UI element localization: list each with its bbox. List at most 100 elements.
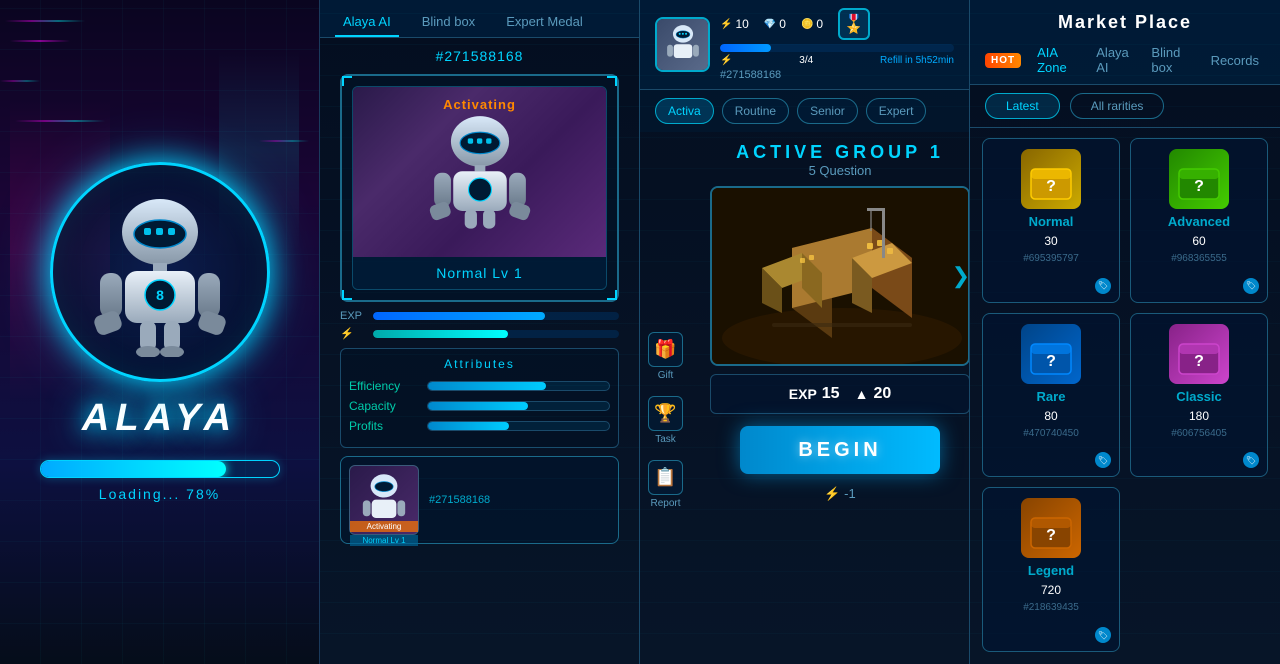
svg-text:?: ? (1194, 178, 1204, 195)
attr-efficiency-label: Efficiency (349, 379, 419, 393)
side-action-task[interactable]: 🏆 Task (648, 396, 683, 445)
attr-efficiency-fill (428, 382, 546, 390)
filter-latest[interactable]: Latest (985, 93, 1060, 119)
corner-tl (342, 76, 352, 86)
exp-fill-1 (373, 312, 545, 320)
classic-box-svg: ? (1174, 329, 1224, 379)
attributes-section: Attributes Efficiency Capacity Profits (340, 348, 619, 448)
glitch-line (10, 40, 70, 42)
task-icon: 🏆 (648, 396, 683, 431)
attr-capacity-label: Capacity (349, 399, 419, 413)
alaya-ai-panel: Alaya AI Blind box Expert Medal #2715881… (320, 0, 640, 664)
market-tab-alaya[interactable]: Alaya AI (1090, 41, 1135, 79)
rare-box: ? (1021, 324, 1081, 384)
player-id-badge: #271588168 (720, 69, 954, 81)
market-title: Market Place (985, 12, 1265, 33)
reward-triangle-value: 20 (873, 385, 891, 403)
exp-fill-2 (373, 330, 508, 338)
ai-card-image: Activating (353, 87, 606, 257)
stat-coins: 🪙 0 (801, 8, 823, 40)
isometric-city-svg (712, 188, 968, 364)
stat-lightning-value: 10 (735, 17, 748, 31)
medal-box: 🎖️ (838, 8, 870, 40)
exp-reward-icon: EXP (789, 386, 817, 402)
reward-exp: EXP 15 (789, 385, 840, 403)
rewards-bar: EXP 15 ▲ 20 (710, 374, 970, 414)
attr-profits-track (427, 421, 610, 431)
game-panel: ⚡ 10 💎 0 🪙 0 🎖️ (640, 0, 970, 664)
classic-card-name: Classic (1176, 389, 1222, 404)
tab-expert-medal[interactable]: Expert Medal (498, 8, 591, 37)
tab-alaya-ai[interactable]: Alaya AI (335, 8, 399, 37)
group-title: ACTIVE GROUP 1 (736, 142, 944, 163)
normal-box: ? (1021, 149, 1081, 209)
tab-expert[interactable]: Expert (866, 98, 927, 124)
active-group-content: ACTIVE GROUP 1 5 Question ❮ (690, 132, 970, 512)
attributes-title: Attributes (349, 357, 610, 371)
begin-button[interactable]: BEGIN (740, 426, 940, 474)
reward-exp-value: 15 (822, 385, 840, 403)
svg-text:?: ? (1046, 527, 1056, 544)
legend-box-svg: ? (1026, 503, 1076, 553)
loading-panel: 8 (0, 0, 320, 664)
normal-box-svg: ? (1026, 154, 1076, 204)
tab-senior[interactable]: Senior (797, 98, 858, 124)
stat-diamonds-value: 0 (779, 17, 786, 31)
loading-bar-fill (41, 461, 227, 477)
market-card-classic[interactable]: ? Classic 180 #606756405 🏷 (1130, 313, 1268, 478)
side-action-report[interactable]: 📋 Report (648, 460, 683, 509)
stats-row: ⚡ 10 💎 0 🪙 0 🎖️ (720, 8, 954, 40)
attr-efficiency-track (427, 381, 610, 391)
filter-rarities[interactable]: All rarities (1070, 93, 1165, 119)
market-card-advanced[interactable]: ? Advanced 60 #968365555 🏷 (1130, 138, 1268, 303)
advanced-box-svg: ? (1174, 154, 1224, 204)
gift-label: Gift (658, 370, 674, 381)
coins-icon: 🪙 (801, 19, 813, 30)
ai-card-id: #271588168 (320, 38, 639, 74)
legend-card-id: #218639435 (1023, 602, 1079, 613)
market-tab-aia[interactable]: AIA Zone (1031, 41, 1080, 79)
activating-badge: Activating (443, 97, 516, 112)
energy-text: ⚡ (720, 55, 732, 66)
robot-svg: 8 (85, 187, 235, 357)
side-action-gift[interactable]: 🎁 Gift (648, 332, 683, 381)
advanced-box: ? (1169, 149, 1229, 209)
tab-blind-box[interactable]: Blind box (414, 8, 483, 37)
triangle-reward-icon: ▲ (855, 386, 869, 402)
tab-routine[interactable]: Routine (722, 98, 789, 124)
normal-card-id: #695395797 (1023, 253, 1079, 264)
game-main-area: 🎁 Gift 🏆 Task 📋 Report ACTIVE GROUP 1 5 … (640, 132, 969, 512)
legend-card-name: Legend (1028, 563, 1074, 578)
price-tag-classic: 🏷 (1243, 452, 1259, 468)
market-card-legend[interactable]: ? Legend 720 #218639435 🏷 (982, 487, 1120, 652)
attr-capacity-row: Capacity (349, 399, 610, 413)
attr-capacity-track (427, 401, 610, 411)
bottom-card-level: Normal Lv 1 (350, 535, 418, 546)
rare-card-id: #470740450 (1023, 428, 1079, 439)
price-tag-rare: 🏷 (1095, 452, 1111, 468)
normal-card-name: Normal (1029, 214, 1074, 229)
bottom-card-image: Activating Normal Lv 1 (349, 465, 419, 535)
market-tab-records[interactable]: Records (1205, 49, 1265, 72)
tab-activa[interactable]: Activa (655, 98, 714, 124)
price-tag-advanced: 🏷 (1243, 278, 1259, 294)
market-card-normal[interactable]: ? Normal 30 #695395797 🏷 (982, 138, 1120, 303)
ai-card-inner: Activating (352, 86, 607, 290)
market-tabs: HOT AIA Zone Alaya AI Blind box Records (985, 41, 1265, 79)
energy-row: ⚡ 3/4 Refill in 5h52min (720, 55, 954, 66)
market-tab-blind[interactable]: Blind box (1145, 41, 1194, 79)
loading-bar-container (40, 460, 280, 478)
bottom-card: Activating Normal Lv 1 #271588168 (340, 456, 619, 544)
game-image-wrapper: ❮ (705, 186, 970, 366)
medal-icon: 🎖️ (843, 14, 865, 35)
classic-card-id: #606756405 (1171, 428, 1227, 439)
corner-bl (342, 290, 352, 300)
bottom-card-id: #271588168 (429, 494, 610, 506)
ai-card-frame: Activating (340, 74, 619, 302)
exp-bars: EXP ⚡ (340, 310, 619, 340)
market-card-rare[interactable]: ? Rare 80 #470740450 🏷 (982, 313, 1120, 478)
player-avatar (655, 17, 710, 72)
nav-right[interactable]: ❯ (952, 263, 970, 289)
report-label: Report (650, 498, 680, 509)
rare-box-svg: ? (1026, 329, 1076, 379)
